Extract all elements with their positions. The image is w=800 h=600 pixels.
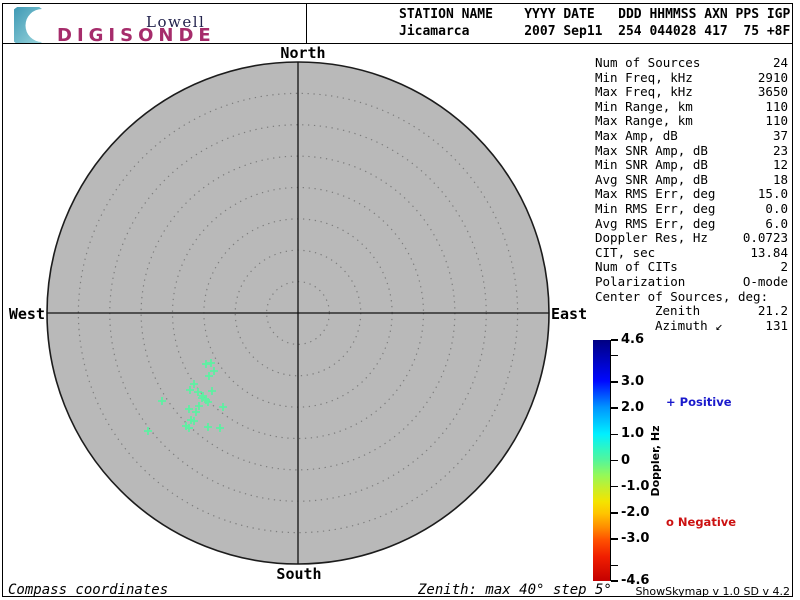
stat-label: Zenith	[655, 303, 701, 319]
stat-label: Num of Sources	[595, 55, 701, 70]
stat-value: 110	[765, 98, 788, 114]
colorbar-tick	[611, 564, 618, 567]
stat-value: 0.0723	[742, 230, 788, 246]
stat-row: Num of CITs 2	[595, 260, 788, 275]
zenith-scale-note: Zenith: max 40° step 5°	[418, 582, 612, 598]
station-header-row2: Jicamarca 2007 Sep11 254 044028 417 75 +…	[399, 24, 791, 39]
stat-label: Max Range, km	[595, 113, 693, 129]
colorbar-tick	[611, 580, 618, 582]
stat-row: Polarization O-mode	[595, 273, 788, 290]
stat-label: Avg SNR Amp, dB	[595, 171, 708, 187]
stat-row: Max Amp, dB 37	[595, 127, 788, 144]
colorbar-tick	[611, 354, 618, 357]
stat-value: O-mode	[742, 273, 788, 289]
stat-row: Center of Sources, deg:	[595, 288, 788, 305]
colorbar-tick	[611, 381, 618, 383]
stat-row: Min Freq, kHz 2910	[595, 69, 788, 86]
coordinates-note: Compass coordinates	[8, 582, 169, 598]
logo-divider	[306, 3, 307, 43]
stat-value: 6.0	[765, 215, 788, 231]
stat-value: 13.84	[750, 244, 788, 260]
stat-label: Max RMS Err, deg	[595, 186, 716, 202]
stat-row: Min Range, km 110	[595, 98, 788, 115]
stat-value: 2	[780, 259, 788, 275]
stat-row: Max Range, km 110	[595, 114, 788, 129]
compass-label-south: South	[276, 565, 322, 583]
version-note: ShowSkymap v 1.0 SD v 4.2	[635, 585, 790, 598]
stat-label: Min RMS Err, deg	[595, 200, 716, 216]
colorbar-tick	[611, 339, 618, 341]
compass-label-west: West	[8, 305, 45, 323]
colorbar-tick	[611, 459, 618, 462]
stat-label: Center of Sources, deg:	[595, 288, 769, 304]
stat-value: 3650	[757, 84, 788, 100]
stat-label: Doppler Res, Hz	[595, 230, 708, 246]
stat-row: Max Freq, kHz 3650	[595, 85, 788, 100]
colorbar-tick-label: 3.0	[621, 373, 645, 389]
stat-row: Min RMS Err, deg 0.0	[595, 200, 788, 217]
doppler-colorbar	[593, 340, 611, 581]
stat-row: Avg RMS Err, deg 6.0	[595, 215, 788, 232]
stat-value: 2910	[757, 69, 788, 85]
stat-label: Azimuth ↙	[655, 317, 723, 333]
colorbar-tick	[611, 407, 618, 409]
colorbar-tick-label: 4.6	[621, 332, 645, 347]
positive-label: + Positive	[666, 395, 732, 409]
stat-value: 110	[765, 113, 788, 129]
stat-label: Min Range, km	[595, 98, 693, 114]
stat-value: 12	[772, 157, 788, 173]
stat-label: Max Freq, kHz	[595, 84, 693, 100]
stat-row: Num of Sources 24	[595, 55, 788, 71]
stat-label: Avg RMS Err, deg	[595, 215, 716, 231]
colorbar-tick	[611, 512, 618, 514]
stat-value: 15.0	[757, 186, 788, 202]
station-header: STATION NAME YYYY DATE DDD HHMMSS AXN PP…	[399, 6, 790, 40]
stat-value: 131	[765, 317, 788, 333]
stat-value: 23	[772, 142, 788, 158]
stat-label: Num of CITs	[595, 259, 678, 275]
stat-row: Max SNR Amp, dB 23	[595, 142, 788, 159]
stat-label: Max SNR Amp, dB	[595, 142, 708, 158]
negative-label: o Negative	[666, 515, 737, 529]
colorbar-tick	[611, 485, 618, 488]
logo-digisonde-text: DIGISONDE	[57, 25, 216, 46]
stat-label: Polarization	[595, 273, 686, 289]
stat-row: Zenith 21.2	[595, 303, 788, 319]
digisonde-logo	[6, 4, 54, 48]
stat-row: Max RMS Err, deg 15.0	[595, 187, 788, 202]
colorbar-tick	[611, 433, 618, 436]
compass-label-north: North	[280, 44, 326, 62]
stat-label: Max Amp, dB	[595, 127, 678, 143]
stat-label: Min Freq, kHz	[595, 69, 693, 85]
stat-row: Avg SNR Amp, dB 18	[595, 171, 788, 188]
stat-row: Doppler Res, Hz 0.0723	[595, 231, 788, 246]
stat-value: 21.2	[757, 303, 788, 319]
stat-label: Min SNR Amp, dB	[595, 157, 708, 173]
stat-value: 24	[772, 55, 788, 70]
stat-value: 18	[772, 171, 788, 187]
stat-row: Min SNR Amp, dB 12	[595, 158, 788, 173]
colorbar-tick	[611, 538, 618, 540]
station-header-row1: STATION NAME YYYY DATE DDD HHMMSS AXN PP…	[399, 7, 791, 22]
stat-value: 37	[772, 127, 788, 143]
stat-row: CIT, sec 13.84	[595, 244, 788, 261]
stat-label: CIT, sec	[595, 244, 656, 260]
colorbar-title: Doppler, Hz	[649, 425, 662, 497]
crescent-icon	[6, 4, 42, 48]
colorbar-tick-label: -3.0	[621, 531, 650, 547]
stats-panel: Num of Sources 24 Min Freq, kHz 2910 Max Fre…	[595, 55, 788, 333]
stat-value: 0.0	[765, 200, 788, 216]
